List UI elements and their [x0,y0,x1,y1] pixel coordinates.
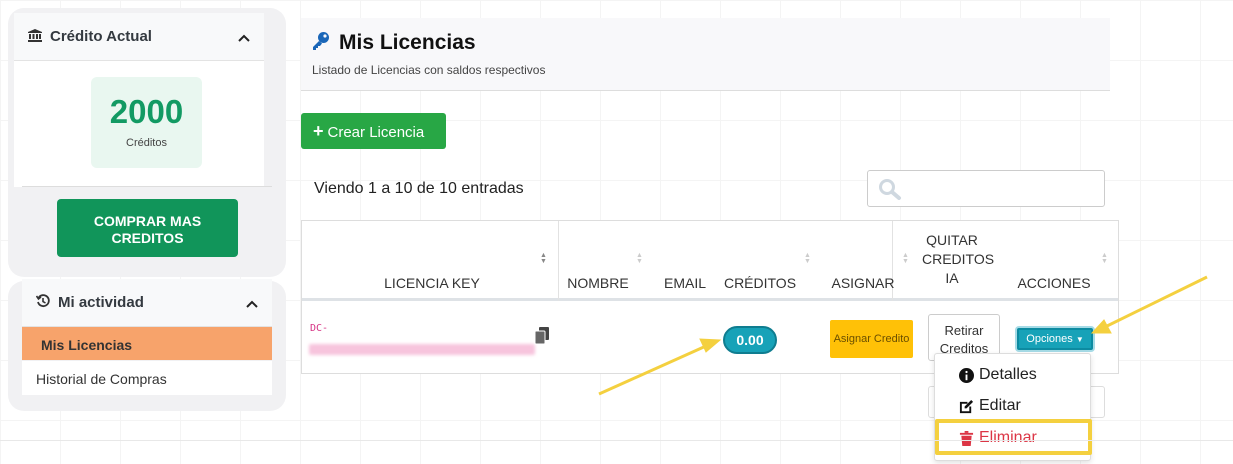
annotation-arrows [598,275,1208,396]
footer-divider [0,440,1233,441]
